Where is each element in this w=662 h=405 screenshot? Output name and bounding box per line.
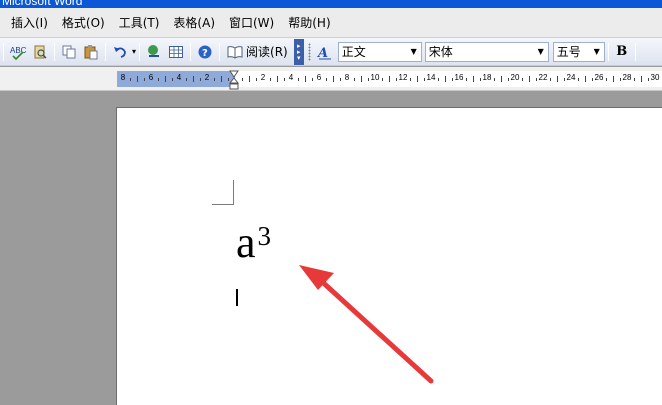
annotation-arrow-shape xyxy=(299,265,434,384)
annotation-arrow xyxy=(299,265,434,384)
